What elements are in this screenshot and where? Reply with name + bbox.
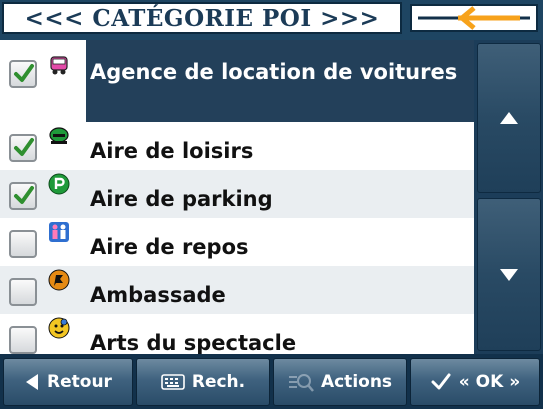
list-item-label: Aire de loisirs <box>90 139 254 163</box>
list-zoom-icon <box>288 374 314 392</box>
triangle-down-icon <box>500 268 518 281</box>
theater-masks-icon <box>48 317 70 339</box>
back-button-label: Retour <box>47 372 112 392</box>
list-item[interactable]: Ambassade <box>0 266 474 314</box>
keyboard-icon <box>161 374 185 390</box>
checkmark-icon <box>14 64 34 82</box>
category-title: <<< CATÉGORIE POI >>> <box>24 4 380 32</box>
list-item-label: Agence de location de voitures <box>90 60 458 84</box>
list-item[interactable]: Aire de loisirs <box>0 122 474 170</box>
arrow-left-icon <box>418 6 530 30</box>
leisure-area-icon <box>49 127 69 144</box>
car-rental-icon <box>50 56 68 75</box>
list-item-label: Aire de repos <box>90 235 249 259</box>
checkbox-checked[interactable] <box>9 134 37 162</box>
scroll-pane <box>474 40 543 354</box>
checkbox-unchecked[interactable] <box>9 230 37 258</box>
checkmark-icon <box>14 138 34 156</box>
ok-button[interactable]: « OK » <box>410 358 540 406</box>
list-item[interactable]: Agence de location de voitures <box>0 40 474 122</box>
actions-button-label: Actions <box>320 372 393 392</box>
checkmark-icon <box>431 373 451 390</box>
list-item-label: Arts du spectacle <box>90 331 297 354</box>
triangle-up-icon <box>500 112 518 124</box>
search-button-label: Rech. <box>191 372 246 392</box>
poi-category-list: Agence de location de voitures Aire de l… <box>0 40 474 354</box>
checkbox-checked[interactable] <box>9 60 37 88</box>
scroll-up-button[interactable] <box>477 43 541 193</box>
checkbox-checked[interactable] <box>9 182 37 210</box>
list-item[interactable]: Arts du spectacle <box>0 314 474 354</box>
back-button[interactable]: Retour <box>3 358 133 406</box>
header: <<< CATÉGORIE POI >>> <box>0 0 543 40</box>
search-button[interactable]: Rech. <box>136 358 270 406</box>
triangle-left-icon <box>26 374 39 390</box>
poi-category-screen: <<< CATÉGORIE POI >>> Agence de location… <box>0 0 543 409</box>
list-item[interactable]: Aire de parking <box>0 170 474 218</box>
embassy-icon <box>48 269 70 291</box>
rest-area-icon <box>49 222 69 242</box>
checkbox-unchecked[interactable] <box>9 278 37 306</box>
back-arrow-button[interactable] <box>410 4 538 32</box>
parking-icon <box>48 173 70 195</box>
checkmark-icon <box>14 186 34 204</box>
ok-button-label: « OK » <box>458 372 521 392</box>
list-item-label: Ambassade <box>90 283 226 307</box>
actions-button[interactable]: Actions <box>273 358 407 406</box>
list-item-label: Aire de parking <box>90 187 273 211</box>
bottom-toolbar: Retour Rech. Actions « OK » <box>0 354 543 409</box>
category-title-box[interactable]: <<< CATÉGORIE POI >>> <box>2 2 402 34</box>
list-item[interactable]: Aire de repos <box>0 218 474 266</box>
scroll-down-button[interactable] <box>477 198 541 351</box>
checkbox-unchecked[interactable] <box>9 326 37 354</box>
